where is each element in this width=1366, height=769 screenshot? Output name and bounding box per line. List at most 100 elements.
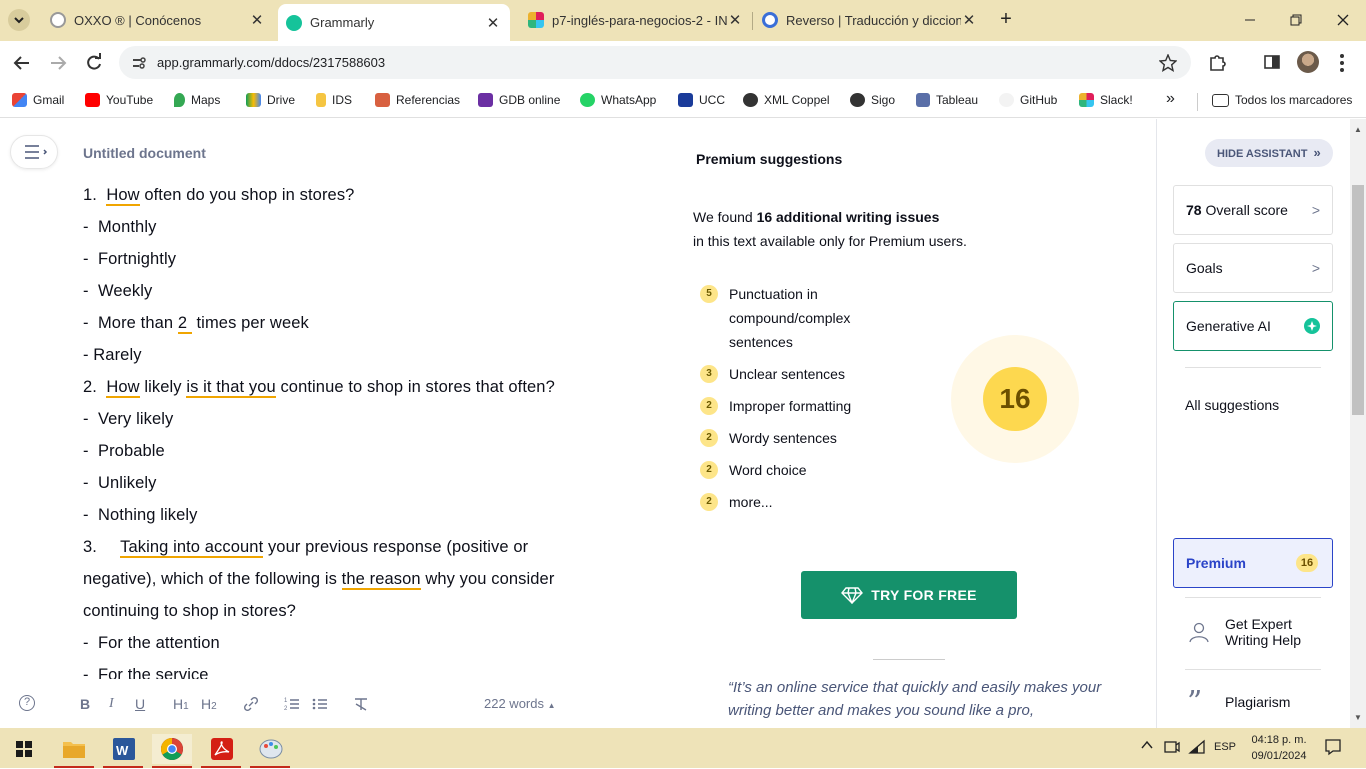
back-button[interactable] — [10, 51, 34, 75]
try-for-free-button[interactable]: TRY FOR FREE — [801, 571, 1017, 619]
github-icon — [999, 93, 1014, 107]
taskbar-word[interactable]: W — [103, 734, 143, 768]
bookmark-star-icon[interactable] — [1159, 54, 1177, 72]
goals-card[interactable]: Goals > — [1173, 243, 1333, 293]
bookmark-sigo[interactable]: Sigo — [850, 93, 895, 107]
count-badge: 2 — [700, 493, 718, 511]
youtube-icon — [85, 93, 100, 107]
taskbar-paint[interactable] — [250, 734, 290, 768]
tab-search-button[interactable] — [8, 9, 30, 31]
hide-assistant-button[interactable]: HIDE ASSISTANT » — [1205, 139, 1333, 167]
slack-icon — [528, 12, 544, 28]
bookmark-github[interactable]: GitHub — [999, 93, 1057, 107]
wifi-icon-glyph — [1188, 739, 1205, 754]
count-badge: 2 — [700, 429, 718, 447]
taskbar-acrobat[interactable] — [201, 734, 241, 768]
scrollbar-thumb[interactable] — [1352, 185, 1364, 415]
all-bookmarks-button[interactable]: Todos los marcadores — [1212, 93, 1352, 107]
bookmark-slack[interactable]: Slack! — [1079, 93, 1133, 107]
clock[interactable]: 04:18 p. m. 09/01/2024 — [1248, 732, 1310, 764]
reload-button[interactable] — [82, 51, 106, 75]
restore-button[interactable] — [1284, 8, 1308, 32]
tab-slack[interactable]: p7-inglés-para-negocios-2 - IN ✕ — [510, 0, 750, 40]
input-language[interactable]: ESP — [1214, 741, 1236, 753]
address-bar[interactable]: app.grammarly.com/ddocs/2317588603 — [119, 46, 1191, 79]
tab-reverso[interactable]: Reverso | Traducción y dicciona ✕ — [744, 0, 984, 40]
bookmark-tableau[interactable]: Tableau — [916, 93, 978, 107]
clear-format-button[interactable] — [353, 696, 369, 715]
expert-help-button[interactable]: Get Expert Writing Help — [1185, 616, 1335, 652]
wifi-icon[interactable] — [1188, 739, 1206, 760]
bold-button[interactable]: B — [80, 696, 90, 712]
plagiarism-button[interactable]: ” Plagiarism — [1185, 685, 1335, 720]
close-tab-icon[interactable]: ✕ — [727, 11, 743, 29]
numbered-list-button[interactable]: 12 — [284, 696, 300, 715]
bookmark-maps[interactable]: Maps — [174, 93, 220, 107]
maps-icon — [174, 93, 185, 107]
bookmarks-bar: Gmail YouTube Maps Drive IDS Referencias… — [0, 84, 1366, 118]
extensions-button[interactable] — [1208, 52, 1228, 72]
browser-toolbar: app.grammarly.com/ddocs/2317588603 — [0, 41, 1366, 84]
taskbar-chrome[interactable] — [152, 734, 192, 768]
generative-ai-card[interactable]: Generative AI — [1173, 301, 1333, 351]
start-button[interactable] — [4, 734, 44, 764]
word-count[interactable]: 222 words ▲ — [484, 696, 556, 711]
overall-score-card[interactable]: 78 Overall score > — [1173, 185, 1333, 235]
heading1-button[interactable]: H1 — [173, 696, 189, 712]
suggestion-item: 2 Word choice — [700, 461, 879, 482]
bookmark-gmail[interactable]: Gmail — [12, 93, 64, 107]
folder-icon — [63, 742, 85, 758]
svg-text:W: W — [116, 743, 129, 758]
close-tab-icon[interactable]: ✕ — [961, 11, 977, 29]
divider — [1185, 597, 1321, 598]
bookmark-gdb[interactable]: GDB online — [478, 93, 560, 107]
scroll-down-arrow[interactable]: ▼ — [1354, 713, 1362, 722]
premium-tab[interactable]: Premium 16 — [1173, 538, 1333, 588]
forward-button[interactable] — [46, 51, 70, 75]
meet-now-icon[interactable] — [1164, 739, 1180, 760]
tab-title: OXXO ® | Conócenos — [74, 12, 202, 28]
slack-icon — [1079, 93, 1094, 107]
close-tab-icon[interactable]: ✕ — [249, 11, 265, 29]
chrome-menu-button[interactable] — [1338, 53, 1346, 73]
all-suggestions-tab[interactable]: All suggestions — [1185, 397, 1279, 413]
site-info-icon[interactable] — [131, 55, 147, 71]
chevron-right-icon: > — [1311, 202, 1320, 218]
bookmark-ids[interactable]: IDS — [316, 93, 352, 107]
link-button[interactable] — [243, 696, 259, 715]
taskbar-file-explorer[interactable] — [54, 734, 94, 768]
italic-button[interactable]: I — [109, 696, 114, 712]
divider — [1185, 669, 1321, 670]
suggestion-item-more[interactable]: 2 more... — [700, 493, 879, 514]
reverso-icon — [762, 12, 778, 28]
new-tab-button[interactable]: + — [995, 8, 1017, 30]
assistant-sidebar: HIDE ASSISTANT » 78 Overall score > Goals… — [1156, 119, 1350, 728]
tab-oxxo[interactable]: OXXO ® | Conócenos ✕ — [32, 0, 272, 40]
bookmark-ucc[interactable]: UCC — [678, 93, 725, 107]
tab-title: Grammarly — [310, 15, 375, 30]
bookmark-referencias[interactable]: Referencias — [375, 93, 460, 107]
scroll-up-arrow[interactable]: ▲ — [1354, 125, 1362, 134]
notifications-button[interactable] — [1324, 738, 1342, 761]
document-title[interactable]: Untitled document — [83, 145, 206, 161]
close-window-button[interactable] — [1331, 8, 1355, 32]
side-panel-button[interactable] — [1262, 52, 1282, 72]
bookmarks-overflow-button[interactable]: » — [1166, 90, 1175, 108]
bookmark-youtube[interactable]: YouTube — [85, 93, 153, 107]
document-editor[interactable]: 1. How often do you shop in stores? - Mo… — [83, 179, 623, 679]
heading2-button[interactable]: H2 — [201, 696, 217, 712]
underline-button[interactable]: U — [135, 696, 145, 712]
word-icon: W — [113, 738, 135, 760]
close-tab-icon[interactable]: ✕ — [485, 14, 501, 32]
page-scrollbar[interactable]: ▲ ▼ — [1350, 119, 1366, 728]
document-menu-button[interactable] — [10, 135, 58, 169]
show-hidden-icons-button[interactable] — [1140, 738, 1154, 755]
tab-grammarly[interactable]: Grammarly ✕ — [278, 4, 510, 41]
help-button[interactable]: ? — [19, 695, 35, 711]
minimize-button[interactable] — [1238, 8, 1262, 32]
bullet-list-button[interactable] — [312, 696, 328, 715]
bookmark-drive[interactable]: Drive — [246, 93, 295, 107]
bookmark-xml-coppel[interactable]: XML Coppel — [743, 93, 830, 107]
profile-avatar[interactable] — [1297, 51, 1319, 73]
bookmark-whatsapp[interactable]: WhatsApp — [580, 93, 656, 107]
